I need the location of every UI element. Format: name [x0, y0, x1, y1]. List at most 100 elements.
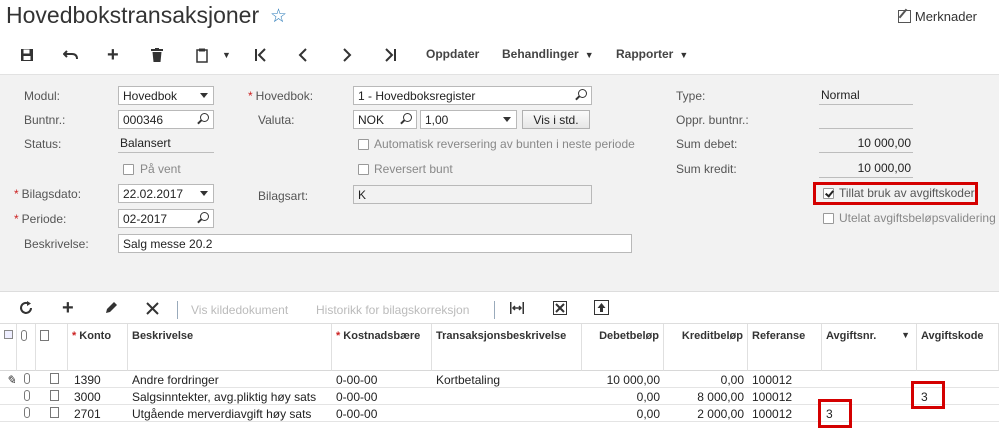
col-file-header [36, 324, 68, 371]
tillat-avgiftskoder-label: Tillat bruk av avgiftskoder [839, 186, 975, 200]
buntnr-value: 000346 [123, 113, 164, 127]
col-attachment-header [17, 324, 36, 371]
search-icon[interactable] [578, 89, 587, 98]
file-icon[interactable] [50, 373, 59, 387]
cell-transbeskr[interactable]: Kortbetaling [436, 373, 500, 387]
cell-konto[interactable]: 3000 [74, 390, 101, 404]
delete-icon[interactable] [151, 46, 163, 64]
hovedbok-value: 1 - Hovedboksregister [358, 89, 476, 103]
previous-record-icon[interactable] [298, 46, 308, 64]
auto-reversering-label: Automatisk reversering av bunten i neste… [374, 137, 635, 151]
table-row[interactable]: ✎ 1390 Andre fordringer 0-00-00 Kortbeta… [0, 371, 999, 388]
attachment-icon[interactable] [24, 390, 30, 404]
undo-icon[interactable] [63, 46, 79, 64]
col-konto-header[interactable]: * Konto [68, 324, 128, 371]
search-icon[interactable] [403, 113, 412, 122]
valuta-field[interactable]: NOK [353, 110, 417, 129]
cell-beskrivelse[interactable]: Utgående merverdiavgift høy sats [132, 407, 330, 421]
kurs-select[interactable]: 1,00 [420, 110, 517, 129]
bilagsdato-field[interactable]: 22.02.2017 [118, 184, 214, 203]
cell-kredit[interactable]: 0,00 [664, 373, 744, 387]
edit-note-icon [897, 10, 911, 23]
vis-i-std-button[interactable]: Vis i std. [522, 110, 590, 129]
cell-konto[interactable]: 1390 [74, 373, 101, 387]
export-excel-icon[interactable] [553, 300, 567, 320]
col-kostnad-header[interactable]: * Kostnadsbære [332, 324, 432, 371]
cell-kostnad[interactable]: 0-00-00 [336, 373, 377, 387]
cell-beskrivelse[interactable]: Andre fordringer [132, 373, 330, 387]
periode-label: * Periode: [14, 212, 67, 226]
status-value: Balansert [118, 134, 214, 153]
add-icon[interactable]: + [107, 44, 119, 66]
search-icon[interactable] [200, 113, 209, 122]
cell-debet[interactable]: 10 000,00 [582, 373, 660, 387]
oppr-buntnr-value [819, 110, 913, 129]
status-label: Status: [24, 137, 62, 151]
notes-button[interactable]: Merknader [897, 9, 977, 24]
utelat-validering-label: Utelat avgiftsbeløpsvalidering [839, 211, 996, 225]
chevron-down-icon: ▼ [679, 50, 689, 60]
next-record-icon[interactable] [342, 46, 352, 64]
close-icon[interactable] [146, 300, 159, 320]
periode-value: 02-2017 [123, 212, 168, 226]
periode-field[interactable]: 02-2017 [118, 209, 214, 228]
type-value: Normal [819, 86, 913, 105]
col-debet-header[interactable]: Debetbeløp [582, 324, 664, 371]
beskrivelse-field[interactable]: Salg messe 20.2 [118, 234, 632, 253]
pa-vent-checkbox[interactable] [123, 164, 134, 175]
utelat-validering-checkbox[interactable] [823, 213, 834, 224]
sum-kredit-label: Sum kredit: [676, 162, 737, 176]
hovedbok-field[interactable]: 1 - Hovedboksregister [353, 86, 592, 105]
file-icon[interactable] [50, 390, 59, 404]
behandlinger-menu[interactable]: Behandlinger ▼ [502, 47, 594, 61]
chevron-down-icon [200, 93, 208, 98]
reversert-bunt-checkbox[interactable] [358, 164, 369, 175]
cell-referanse[interactable]: 100012 [752, 407, 792, 421]
cell-kredit[interactable]: 2 000,00 [664, 407, 744, 421]
refresh-icon[interactable] [19, 300, 33, 320]
favorite-star-icon[interactable]: ☆ [270, 5, 287, 28]
file-icon [40, 330, 49, 341]
valuta-value: NOK [358, 113, 385, 127]
add-row-icon[interactable]: + [62, 297, 74, 320]
vis-kildedokument-button[interactable]: Vis kildedokument [191, 303, 288, 317]
attachment-icon[interactable] [24, 407, 30, 421]
col-transbeskr-header[interactable]: Transaksjonsbeskrivelse [432, 324, 582, 371]
cell-referanse[interactable]: 100012 [752, 373, 792, 387]
rapporter-menu[interactable]: Rapporter ▼ [616, 47, 688, 61]
col-kredit-header[interactable]: Kreditbeløp [664, 324, 748, 371]
header-form: Modul: Hovedbok Buntnr.: 000346 Status: … [0, 74, 999, 292]
cell-kostnad[interactable]: 0-00-00 [336, 407, 377, 421]
col-referanse-header[interactable]: Referanse [748, 324, 822, 371]
col-avgiftsnr-header[interactable]: Avgiftsnr. ▼ [822, 324, 917, 371]
last-record-icon[interactable] [385, 46, 397, 64]
first-record-icon[interactable] [254, 46, 266, 64]
fit-columns-icon[interactable] [509, 300, 525, 320]
auto-reversering-checkbox[interactable] [358, 139, 369, 150]
sum-debet-label: Sum debet: [676, 137, 738, 151]
buntnr-field[interactable]: 000346 [118, 110, 214, 129]
edit-icon[interactable] [104, 300, 118, 320]
save-icon[interactable] [20, 46, 34, 64]
cell-konto[interactable]: 2701 [74, 407, 101, 421]
col-beskrivelse-header[interactable]: Beskrivelse [128, 324, 332, 371]
bilagsdato-label: * Bilagsdato: [14, 187, 82, 201]
oppdater-button[interactable]: Oppdater [426, 47, 479, 61]
notes-label: Merknader [914, 9, 977, 24]
file-icon[interactable] [50, 407, 59, 421]
upload-icon[interactable] [594, 300, 609, 320]
historikk-button[interactable]: Historikk for bilagskorreksjon [316, 303, 469, 317]
cell-referanse[interactable]: 100012 [752, 390, 792, 404]
attachment-icon[interactable] [24, 373, 30, 387]
copy-paste-icon[interactable] [196, 46, 208, 64]
cell-debet[interactable]: 0,00 [582, 390, 660, 404]
modul-select[interactable]: Hovedbok [118, 86, 214, 105]
cell-debet[interactable]: 0,00 [582, 407, 660, 421]
cell-kostnad[interactable]: 0-00-00 [336, 390, 377, 404]
col-avgiftskode-header[interactable]: Avgiftskode [917, 324, 999, 371]
paste-dropdown-icon[interactable]: ▼ [222, 46, 231, 64]
cell-beskrivelse[interactable]: Salgsinntekter, avg.pliktig høy sats [132, 390, 330, 404]
cell-kredit[interactable]: 8 000,00 [664, 390, 744, 404]
tillat-avgiftskoder-checkbox[interactable] [823, 188, 834, 199]
search-icon[interactable] [200, 212, 209, 221]
